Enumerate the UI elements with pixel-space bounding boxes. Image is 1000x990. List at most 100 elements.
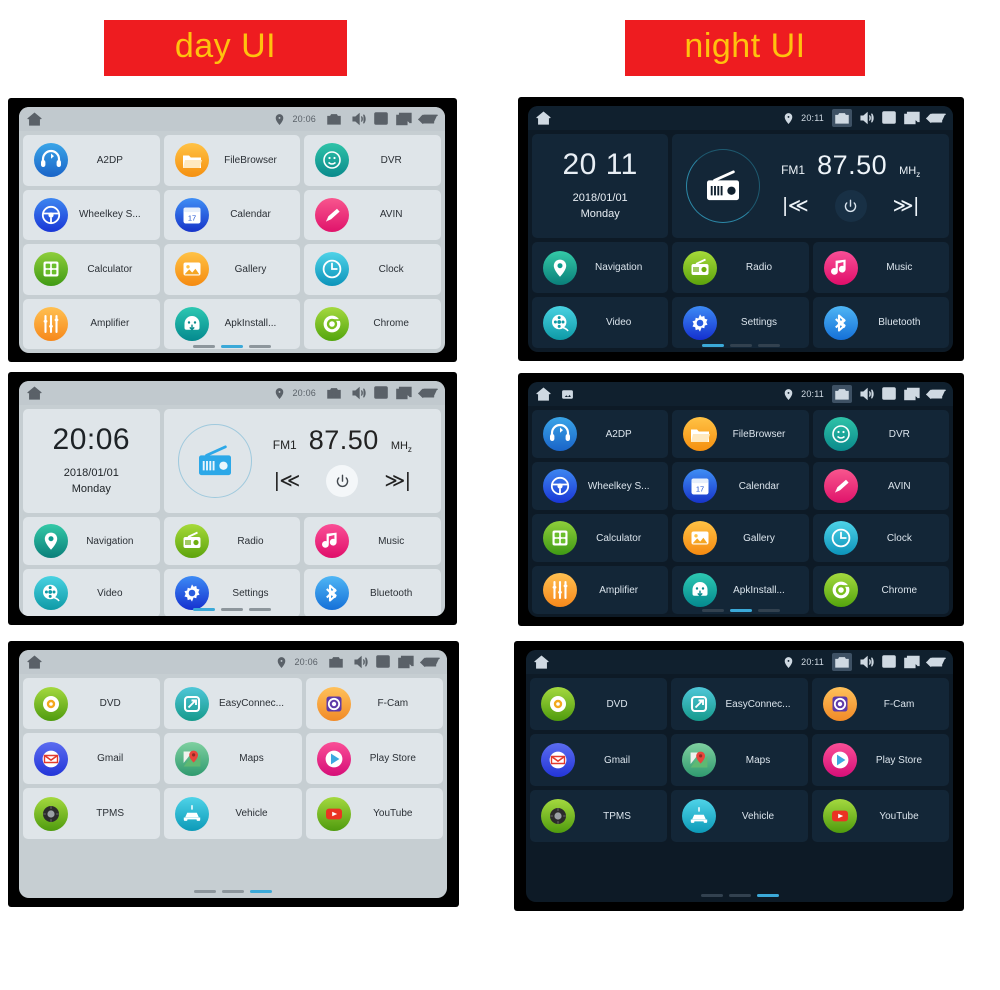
recents-icon[interactable] [398, 655, 414, 669]
app-tile[interactable]: Music [304, 517, 441, 565]
recents-icon[interactable] [904, 655, 920, 669]
close-box-icon[interactable] [376, 655, 390, 669]
back-icon[interactable] [926, 655, 946, 670]
app-tile[interactable]: ApkInstall... [163, 298, 301, 349]
app-tile[interactable]: Navigation [532, 242, 669, 293]
screen-night-home[interactable]: 20:11 20 11 2018/01/01 Monday FM1 87.50 MHz |≪ ≫… [528, 106, 953, 352]
app-tile[interactable]: AVIN [304, 189, 441, 240]
app-tile[interactable]: YouTube [812, 790, 949, 842]
app-tile[interactable]: Gmail [23, 733, 161, 784]
app-tile[interactable]: EasyConnec... [671, 678, 808, 730]
radio-widget[interactable]: FM1 87.50 MHz |≪ ≫| [672, 134, 949, 238]
volume-icon[interactable] [860, 655, 874, 669]
back-icon[interactable] [418, 386, 438, 401]
page-dot[interactable] [729, 609, 752, 612]
app-tile[interactable]: Music [812, 242, 949, 293]
app-tile[interactable]: Gallery [672, 514, 809, 562]
page-dot[interactable] [249, 345, 271, 348]
back-icon[interactable] [926, 387, 946, 402]
radio-next-button[interactable]: ≫| [893, 196, 919, 216]
volume-icon[interactable] [352, 386, 366, 400]
screen-day-apps-2[interactable]: 20:06 DVD EasyConnec... F-Cam Gmail Maps Play … [19, 650, 447, 898]
page-indicator[interactable] [19, 345, 445, 348]
home-icon[interactable] [26, 654, 43, 670]
app-tile[interactable]: FileBrowser [672, 410, 809, 458]
page-dot[interactable] [701, 344, 724, 347]
app-tile[interactable]: A2DP [532, 410, 669, 458]
app-tile[interactable]: DVD [23, 678, 161, 729]
app-tile[interactable]: TPMS [23, 788, 161, 839]
app-tile[interactable]: 17 Calendar [672, 462, 809, 510]
radio-prev-button[interactable]: |≪ [274, 471, 300, 491]
radio-widget[interactable]: FM1 87.50 MHz |≪ ≫| [163, 409, 441, 513]
close-box-icon[interactable] [374, 386, 388, 400]
page-dot[interactable] [221, 345, 243, 348]
recents-icon[interactable] [904, 111, 920, 125]
camera-icon[interactable] [324, 384, 344, 402]
page-indicator[interactable] [19, 890, 447, 893]
radio-dial[interactable] [177, 424, 252, 498]
page-dot[interactable] [221, 608, 243, 611]
app-tile[interactable]: Clock [304, 244, 441, 295]
app-tile[interactable]: Amplifier [532, 566, 669, 614]
close-box-icon[interactable] [882, 111, 896, 125]
app-tile[interactable]: F-Cam [305, 678, 443, 729]
camera-icon[interactable] [832, 385, 852, 403]
page-dot[interactable] [249, 608, 271, 611]
camera-icon[interactable] [832, 653, 852, 671]
app-tile[interactable]: Maps [671, 734, 808, 786]
page-dot[interactable] [728, 894, 751, 897]
page-dot[interactable] [250, 890, 272, 893]
app-tile[interactable]: EasyConnec... [164, 678, 302, 729]
app-tile[interactable]: TPMS [530, 790, 667, 842]
page-dot[interactable] [757, 609, 780, 612]
app-tile[interactable]: Settings [672, 297, 809, 348]
home-icon[interactable] [533, 654, 550, 670]
app-tile[interactable]: DVR [812, 410, 949, 458]
app-tile[interactable]: Play Store [305, 733, 443, 784]
app-tile[interactable]: Calculator [532, 514, 669, 562]
page-dot[interactable] [757, 344, 780, 347]
close-box-icon[interactable] [374, 112, 388, 126]
page-indicator[interactable] [528, 609, 953, 612]
app-tile[interactable]: Navigation [23, 517, 160, 565]
home-icon[interactable] [26, 385, 43, 401]
volume-icon[interactable] [860, 111, 874, 125]
app-tile[interactable]: Vehicle [164, 788, 302, 839]
camera-icon[interactable] [324, 110, 344, 128]
recents-icon[interactable] [396, 112, 412, 126]
app-tile[interactable]: Amplifier [23, 298, 160, 349]
page-dot[interactable] [701, 609, 724, 612]
app-tile[interactable]: Play Store [812, 734, 949, 786]
page-indicator[interactable] [526, 894, 953, 897]
app-tile[interactable]: Wheelkey S... [532, 462, 669, 510]
app-tile[interactable]: A2DP [23, 135, 160, 186]
back-icon[interactable] [420, 655, 440, 670]
page-indicator[interactable] [19, 608, 445, 611]
app-tile[interactable]: ApkInstall... [672, 566, 809, 614]
app-tile[interactable]: Chrome [812, 566, 949, 614]
home-icon[interactable] [535, 386, 552, 402]
page-dot[interactable] [222, 890, 244, 893]
page-dot[interactable] [729, 344, 752, 347]
app-tile[interactable]: FileBrowser [163, 135, 301, 186]
recents-icon[interactable] [396, 386, 412, 400]
app-tile[interactable]: AVIN [812, 462, 949, 510]
page-dot[interactable] [700, 894, 723, 897]
screen-night-apps-2[interactable]: 20:11 DVD EasyConnec... F-Cam Gmail Maps Play … [526, 650, 953, 902]
volume-icon[interactable] [354, 655, 368, 669]
app-tile[interactable]: YouTube [305, 788, 443, 839]
app-tile[interactable]: Gallery [163, 244, 301, 295]
app-tile[interactable]: Vehicle [671, 790, 808, 842]
back-icon[interactable] [418, 112, 438, 127]
screen-day-home[interactable]: 20:06 20:06 2018/01/01 Monday FM1 87.50 MHz |≪ ≫… [19, 381, 445, 616]
page-dot[interactable] [194, 890, 216, 893]
back-icon[interactable] [926, 111, 946, 126]
home-icon[interactable] [535, 110, 552, 126]
radio-power-button[interactable] [834, 190, 867, 222]
app-tile[interactable]: 17 Calendar [163, 189, 301, 240]
app-tile[interactable]: Radio [163, 517, 301, 565]
app-tile[interactable]: Video [532, 297, 669, 348]
close-box-icon[interactable] [882, 655, 896, 669]
radio-next-button[interactable]: ≫| [384, 471, 410, 491]
